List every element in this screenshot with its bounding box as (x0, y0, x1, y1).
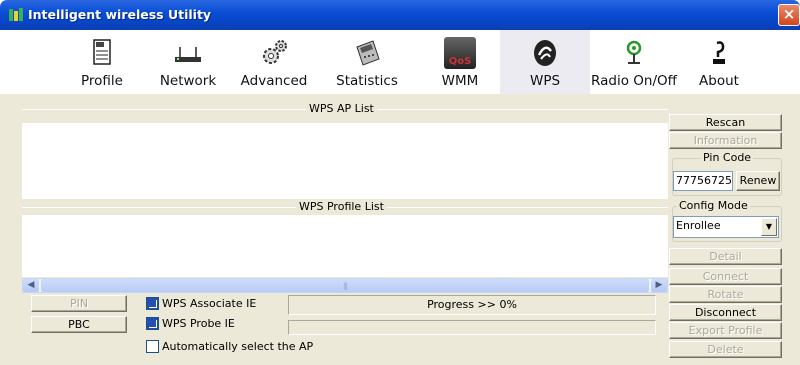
advanced-icon (263, 40, 287, 64)
detail-button[interactable]: Detail (669, 248, 782, 265)
toolbar: Profile Network Advanced Statistics QoS (0, 30, 800, 94)
window-title: Intelligent wireless Utility (28, 7, 212, 22)
auto-select-ap-option[interactable]: Automatically select the AP (146, 340, 313, 353)
progress-status: Progress >> 0% (288, 295, 656, 315)
chevron-down-icon[interactable]: ▼ (761, 218, 777, 236)
about-icon (713, 41, 725, 64)
title-bar[interactable]: Intelligent wireless Utility × (0, 0, 800, 30)
auto-select-ap-checkbox[interactable] (146, 340, 159, 353)
pin-button[interactable]: PIN (31, 295, 127, 312)
rotate-button[interactable]: Rotate (669, 286, 782, 303)
pin-code-field[interactable]: 77756725 (673, 171, 733, 191)
delete-button[interactable]: Delete (669, 341, 782, 358)
renew-button[interactable]: Renew (736, 171, 780, 191)
radio-icon (626, 40, 642, 64)
progress-bar (288, 320, 656, 335)
profile-icon (93, 39, 111, 65)
toolbar-profile[interactable]: Profile (62, 30, 142, 94)
information-button[interactable]: Information (669, 132, 782, 149)
associate-ie-checkbox[interactable] (146, 297, 159, 310)
config-mode-select[interactable]: Enrollee ▼ (673, 216, 779, 238)
scroll-left-icon[interactable]: ◀ (23, 279, 39, 292)
wps-icon (534, 40, 556, 66)
rescan-button[interactable]: Rescan (669, 114, 782, 131)
network-icon (175, 47, 201, 62)
toolbar-network[interactable]: Network (148, 30, 228, 94)
toolbar-wps[interactable]: WPS (500, 30, 590, 94)
disconnect-button[interactable]: Disconnect (669, 304, 782, 321)
profile-list-title: WPS Profile List (296, 200, 387, 213)
toolbar-about[interactable]: About (684, 30, 754, 94)
connect-button[interactable]: Connect (669, 268, 782, 285)
profile-list-hscrollbar[interactable]: ◀ ||| ▶ (22, 278, 668, 293)
wmm-qos-icon: QoS (444, 37, 476, 69)
close-button[interactable]: × (778, 4, 800, 26)
toolbar-advanced[interactable]: Advanced (234, 30, 314, 94)
probe-ie-checkbox[interactable] (146, 317, 159, 330)
ap-list-title: WPS AP List (306, 102, 377, 115)
wps-profile-list[interactable] (22, 215, 668, 277)
pbc-button[interactable]: PBC (31, 316, 127, 333)
toolbar-wmm[interactable]: QoS WMM (420, 30, 500, 94)
wps-ap-list[interactable] (22, 123, 668, 199)
probe-ie-option[interactable]: WPS Probe IE (146, 317, 235, 330)
export-profile-button[interactable]: Export Profile (669, 322, 782, 339)
scroll-thumb[interactable]: ||| (41, 279, 649, 292)
scroll-right-icon[interactable]: ▶ (651, 279, 667, 292)
app-icon (9, 8, 23, 21)
toolbar-statistics[interactable]: Statistics (324, 30, 410, 94)
toolbar-radio-onoff[interactable]: Radio On/Off (588, 30, 680, 94)
statistics-icon (356, 40, 380, 66)
wps-panel: WPS AP List WPS Profile List ◀ ||| ▶ PIN… (0, 94, 800, 365)
associate-ie-option[interactable]: WPS Associate IE (146, 297, 256, 310)
